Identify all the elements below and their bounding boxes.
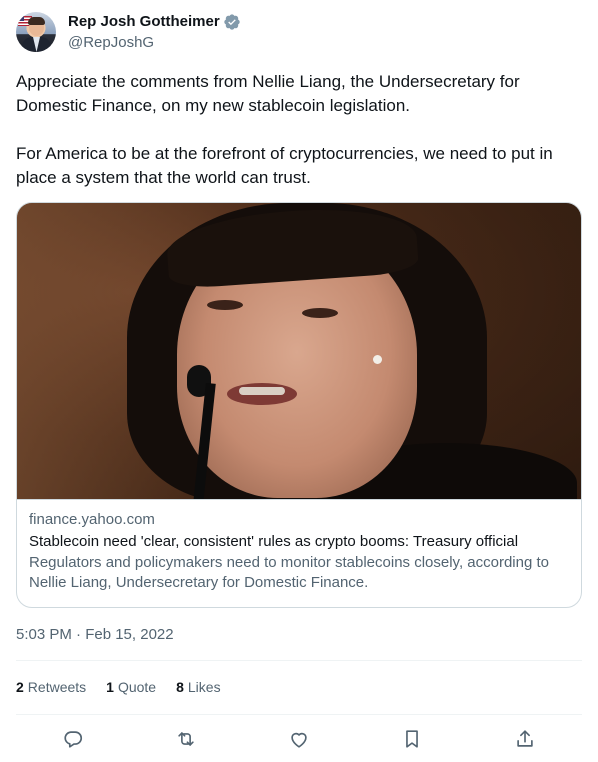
retweets-stat[interactable]: 2 Retweets [16, 677, 86, 697]
bookmark-icon [401, 728, 423, 755]
retweets-count: 2 [16, 679, 24, 695]
card-title: Stablecoin need 'clear, consistent' rule… [29, 533, 519, 550]
retweet-button[interactable] [169, 724, 203, 758]
heart-icon [288, 728, 310, 755]
likes-count: 8 [176, 679, 184, 695]
divider [16, 714, 582, 715]
quotes-count: 1 [106, 679, 114, 695]
likes-label: Likes [187, 679, 221, 695]
share-icon [514, 728, 536, 755]
bookmark-button[interactable] [395, 724, 429, 758]
link-card[interactable]: finance.yahoo.com Stablecoin need 'clear… [16, 202, 582, 608]
reply-icon [62, 728, 84, 755]
retweets-label: Retweets [27, 679, 87, 695]
tweet-header: Rep Josh Gottheimer @RepJoshG [16, 12, 241, 53]
handle[interactable]: @RepJoshG [68, 33, 241, 53]
reply-button[interactable] [56, 724, 90, 758]
tweet: Rep Josh Gottheimer @RepJoshG Appreciate… [0, 0, 598, 762]
divider [16, 660, 582, 661]
avatar[interactable] [16, 12, 56, 52]
card-image[interactable] [17, 203, 581, 499]
tweet-paragraph: Appreciate the comments from Nellie Lian… [16, 72, 520, 115]
author-names: Rep Josh Gottheimer @RepJoshG [68, 12, 241, 53]
card-domain: finance.yahoo.com [29, 511, 155, 528]
action-bar [16, 724, 582, 758]
share-button[interactable] [508, 724, 542, 758]
engagement-stats: 2 Retweets 1 Quote 8 Likes [16, 677, 241, 697]
card-meta: finance.yahoo.com Stablecoin need 'clear… [17, 499, 581, 593]
tweet-text: Appreciate the comments from Nellie Lian… [16, 70, 582, 190]
timestamp[interactable]: 5:03 PM · Feb 15, 2022 [16, 625, 174, 645]
card-description: Regulators and policymakers need to moni… [29, 554, 549, 591]
like-button[interactable] [282, 724, 316, 758]
likes-stat[interactable]: 8 Likes [176, 677, 220, 697]
display-name[interactable]: Rep Josh Gottheimer [68, 12, 220, 32]
tweet-paragraph: For America to be at the forefront of cr… [16, 144, 553, 187]
name-row: Rep Josh Gottheimer [68, 12, 241, 32]
quotes-stat[interactable]: 1 Quote [106, 677, 156, 697]
retweet-icon [175, 728, 197, 755]
verified-badge-icon [223, 13, 241, 31]
quotes-label: Quote [117, 679, 157, 695]
